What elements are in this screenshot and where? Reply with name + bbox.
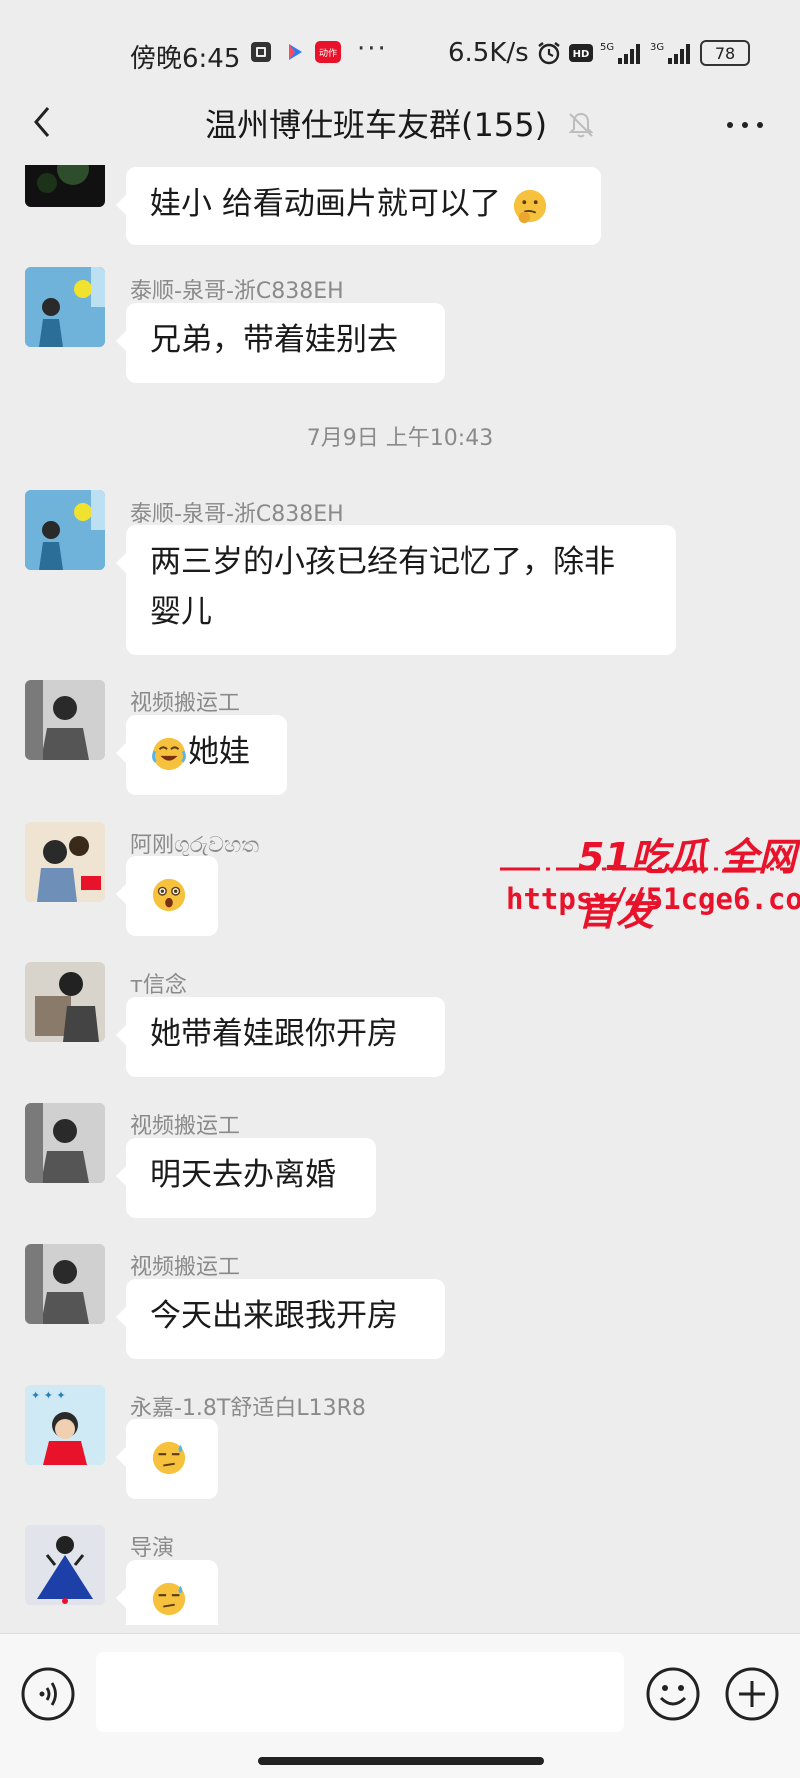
message-bubble[interactable]: 今天出来跟我开房 [116, 1279, 445, 1359]
home-indicator[interactable] [258, 1757, 544, 1765]
message-input[interactable] [96, 1652, 624, 1732]
sender-name: 永嘉-1.8T舒适白L13R8 [130, 1396, 366, 1421]
back-icon[interactable] [24, 102, 64, 142]
alarm-icon [538, 42, 560, 65]
message-bubble[interactable] [116, 856, 218, 936]
chat-title: 温州博仕班车友群(155) [205, 106, 548, 144]
svg-text:5G: 5G [600, 42, 614, 53]
signal-5g-icon: 5G [600, 42, 640, 64]
avatar[interactable] [25, 822, 105, 902]
message-bubble[interactable]: 她娃 [116, 715, 287, 795]
message-text: 明天去办离婚 [150, 1157, 336, 1193]
message-bubble[interactable] [116, 1419, 218, 1499]
avatar[interactable] [25, 1103, 105, 1183]
svg-text:✦ ✦ ✦: ✦ ✦ ✦ [31, 1389, 66, 1402]
emoji-icon[interactable] [645, 1666, 701, 1722]
status-bar: 傍晚6:45 动作 ··· 6.5K/s HD 5G 3G 78 [0, 0, 800, 100]
sender-name: 导演 [130, 1536, 175, 1561]
more-icon[interactable] [720, 110, 770, 140]
sender-name: т信念 [130, 973, 187, 998]
svg-text:动作: 动作 [319, 47, 337, 59]
sender-name: 视频搬运工 [130, 1255, 241, 1280]
plus-icon[interactable] [724, 1666, 780, 1722]
message-bubble[interactable]: 兄弟，带着娃别去 [116, 303, 445, 383]
status-time: 傍晚6:45 [130, 44, 241, 74]
watermark-url: https://51cge6.com [506, 882, 800, 916]
sender-name: 泰顺-泉哥-浙C838EH [130, 279, 344, 304]
crying-laughing-emoji-icon [152, 737, 186, 770]
sender-name: 视频搬运工 [130, 691, 241, 716]
message-text: 她带着娃跟你开房 [150, 1016, 398, 1052]
network-speed: 6.5K/s [448, 38, 529, 68]
message-text: 兄弟，带着娃别去 [150, 322, 398, 358]
watermark-title: 51吃瓜 全网首发 [578, 835, 797, 934]
sender-name: 视频搬运工 [130, 1114, 241, 1139]
message-text: 她娃 [188, 734, 250, 770]
avatar[interactable]: ✦ ✦ ✦ [25, 1385, 105, 1465]
voice-icon[interactable] [20, 1666, 76, 1722]
timestamp: 7月9日 上午10:43 [306, 426, 494, 451]
message-bubble[interactable] [116, 1560, 218, 1625]
avatar[interactable] [25, 490, 105, 570]
sender-name: 泰顺-泉哥-浙C838EH [130, 502, 344, 527]
avatar[interactable] [25, 962, 105, 1042]
svg-text:3G: 3G [650, 42, 664, 53]
message-bubble[interactable]: 她带着娃跟你开房 [116, 997, 445, 1077]
watermark-underline [500, 867, 790, 871]
red-app-icon: 动作 [315, 41, 341, 63]
avatar[interactable] [25, 1525, 105, 1605]
hd-icon: HD [569, 44, 593, 62]
more-notifications-icon: ··· [357, 34, 388, 64]
avatar[interactable] [25, 165, 105, 207]
message-text-line: 两三岁的小孩已经有记忆了，除非 [150, 544, 615, 580]
thinking-emoji-icon [513, 189, 546, 223]
message-bubble[interactable]: 两三岁的小孩已经有记忆了，除非 婴儿 [116, 525, 676, 655]
avatar[interactable] [25, 267, 105, 347]
avatar[interactable] [25, 1244, 105, 1324]
svg-text:HD: HD [573, 49, 590, 60]
message-bubble[interactable]: 娃小 给看动画片就可以了 [116, 167, 601, 245]
message-text-line: 婴儿 [150, 594, 212, 630]
battery-icon: 78 [700, 40, 750, 66]
message-text: 娃小 给看动画片就可以了 [150, 186, 501, 222]
sweat-emoji-icon [152, 1441, 186, 1474]
sweat-emoji-icon [152, 1582, 186, 1615]
message-bubble[interactable]: 明天去办离婚 [116, 1138, 376, 1218]
signal-3g-icon: 3G [650, 42, 690, 64]
mute-bell-icon [568, 112, 594, 138]
message-text: 今天出来跟我开房 [150, 1298, 398, 1334]
video-app-icon [289, 44, 302, 60]
sender-name: 阿刚ගුරුවහත [130, 833, 260, 858]
avatar[interactable] [25, 680, 105, 760]
gallery-icon [251, 42, 271, 62]
shocked-emoji-icon [152, 878, 186, 911]
status-right-icons: HD 5G 3G 78 [536, 40, 750, 66]
